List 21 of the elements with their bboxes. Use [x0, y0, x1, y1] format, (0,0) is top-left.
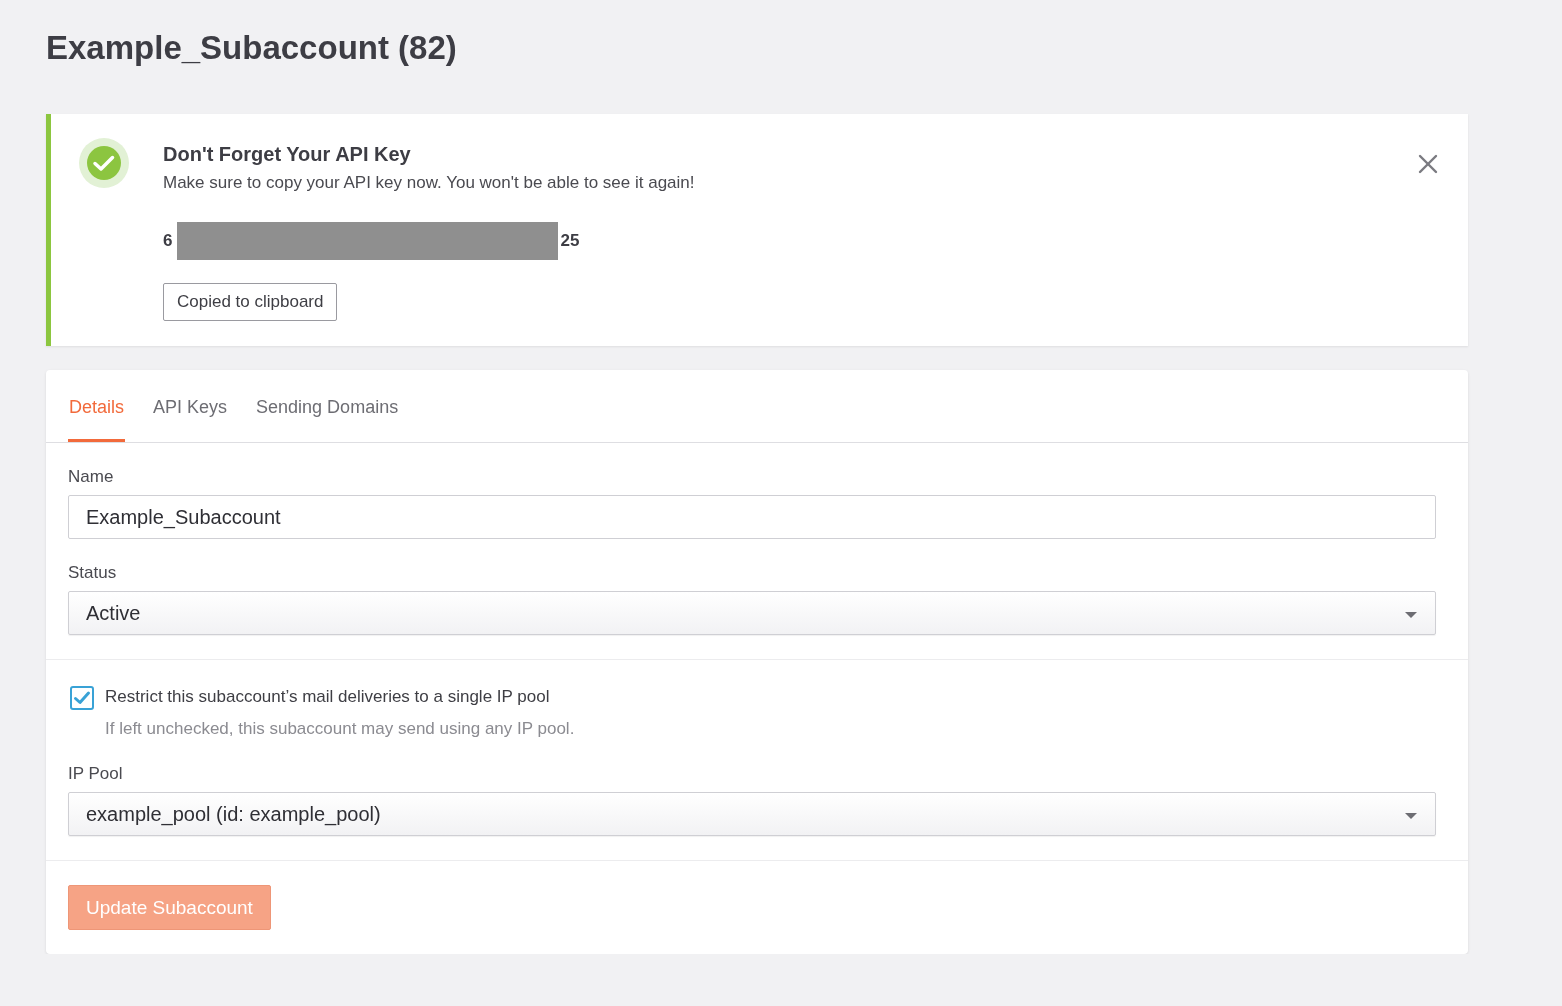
- api-key-text: 25: [560, 230, 580, 252]
- select-field[interactable]: Active: [68, 591, 1436, 635]
- select-field[interactable]: example_pool (id: example_pool): [68, 792, 1436, 836]
- checkbox-label: Restrict this subaccount’s mail deliveries to a single IP pool: [105, 686, 551, 708]
- copy-button[interactable]: Copied to clipboard: [163, 283, 338, 321]
- alert-title: Don't Forget Your API Key: [163, 142, 411, 166]
- caret-icon: [1405, 813, 1417, 819]
- tab[interactable]: API Keys: [152, 370, 229, 442]
- text-input[interactable]: Example_Subaccount: [68, 495, 1436, 539]
- alert-message: Make sure to copy your API key now. You won't be able to see it again!: [163, 172, 695, 194]
- caret-icon: [1405, 612, 1417, 618]
- help-text: If left unchecked, this subaccount may send using any IP pool.: [105, 718, 576, 740]
- page-title: Example_Subaccount (82): [46, 28, 458, 68]
- field-label: IP Pool: [68, 764, 124, 784]
- checkbox[interactable]: [70, 686, 94, 710]
- field-label: Status: [68, 563, 118, 583]
- api-key-text: 6: [163, 230, 173, 252]
- field-label: Name: [68, 467, 115, 487]
- tab[interactable]: Sending Domains: [255, 370, 400, 442]
- success-check-icon: [79, 138, 129, 188]
- close-icon[interactable]: [1418, 154, 1438, 174]
